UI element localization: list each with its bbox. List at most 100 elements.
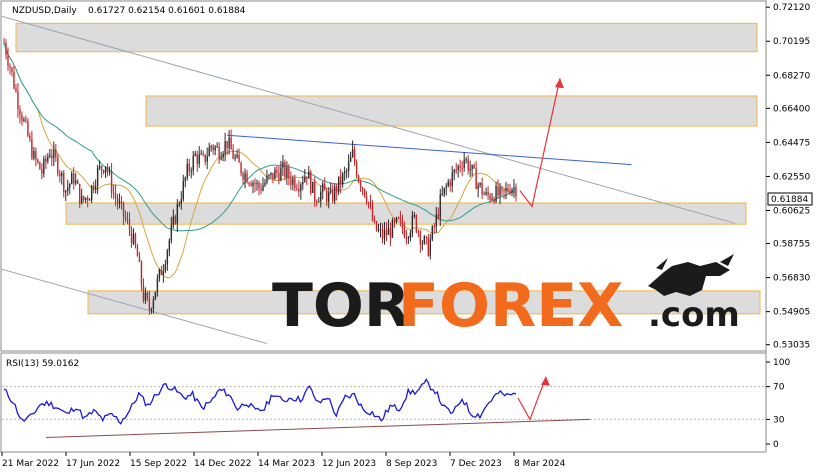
- candle-body: [318, 201, 320, 203]
- candle-body: [485, 192, 487, 194]
- candle-body: [401, 219, 404, 229]
- candle-body: [194, 154, 196, 156]
- candle-body: [246, 173, 248, 183]
- candle-body: [232, 149, 234, 159]
- candle-body: [17, 91, 19, 110]
- candle-body: [413, 215, 416, 217]
- candle-body: [347, 161, 350, 171]
- candle-body: [383, 229, 386, 239]
- candle-body: [43, 158, 45, 174]
- candle-body: [389, 228, 392, 238]
- ohlc-label: 0.61727 0.62154 0.61601 0.61884: [88, 6, 246, 16]
- candle-body: [55, 149, 57, 158]
- candle-body: [164, 264, 167, 271]
- candle-body: [387, 228, 390, 235]
- candle-body: [469, 169, 471, 171]
- rsi-label: RSI(13) 59.0162: [6, 359, 79, 369]
- candle-body: [248, 182, 250, 184]
- candle-body: [210, 146, 212, 148]
- candle-body: [21, 115, 23, 121]
- candle-body: [23, 119, 25, 121]
- candle-body: [208, 147, 210, 157]
- rsi-tick-label: 0: [773, 440, 779, 450]
- price-zone: [65, 202, 747, 225]
- candle-body: [29, 135, 31, 139]
- candle-body: [363, 189, 366, 197]
- candle-body: [292, 178, 294, 185]
- candle-body: [110, 171, 113, 193]
- candle-body: [256, 182, 258, 185]
- candle-body: [94, 186, 97, 190]
- candle-body: [439, 194, 441, 218]
- candle-body: [35, 151, 37, 160]
- candle-body: [429, 239, 432, 256]
- candle-body: [114, 193, 117, 199]
- candle-body: [47, 156, 49, 162]
- candle-body: [473, 164, 475, 169]
- candle-body: [45, 158, 47, 162]
- price-tick-label: 0.54905: [773, 308, 810, 318]
- candle-body: [88, 199, 91, 201]
- candle-body: [427, 237, 430, 256]
- time-tick-label: 21 Mar 2022: [2, 459, 59, 469]
- candle-body: [371, 205, 374, 221]
- candle-body: [178, 204, 181, 206]
- candle-body: [493, 198, 495, 202]
- candle-body: [218, 146, 220, 160]
- candle-body: [196, 154, 198, 164]
- candle-body: [59, 173, 61, 177]
- candle-body: [377, 229, 380, 231]
- last-price-tag: 0.61884: [767, 192, 813, 206]
- candle-body: [459, 165, 461, 168]
- candle-body: [144, 292, 147, 301]
- candle-body: [409, 232, 412, 238]
- candle-body: [443, 187, 445, 195]
- time-tick-label: 17 Jun 2022: [66, 459, 120, 469]
- candle-body: [328, 192, 330, 202]
- candle-body: [80, 196, 83, 204]
- candle-body: [272, 172, 274, 180]
- candle-body: [172, 216, 175, 226]
- candle-body: [489, 195, 491, 200]
- candle-body: [511, 189, 513, 194]
- candle-body: [353, 149, 356, 163]
- candle-body: [180, 199, 182, 205]
- candle-body: [288, 167, 290, 179]
- candle-body: [357, 175, 360, 182]
- candle-body: [300, 184, 302, 192]
- candle-body: [73, 173, 75, 184]
- candle-body: [475, 168, 477, 189]
- candle-body: [244, 173, 246, 180]
- price-tick-label: 0.58755: [773, 240, 810, 250]
- price-tick-label: 0.60625: [773, 206, 810, 216]
- candle-body: [100, 165, 103, 171]
- candle-body: [407, 237, 410, 239]
- candle-body: [170, 225, 173, 241]
- candle-body: [463, 159, 465, 169]
- candle-body: [138, 256, 141, 262]
- candle-body: [335, 186, 338, 193]
- candle-body: [63, 173, 65, 193]
- candle-body: [351, 149, 354, 157]
- candle-body: [53, 149, 55, 159]
- candle-body: [312, 181, 314, 193]
- candle-body: [33, 151, 35, 159]
- rsi-tick-label: 70: [773, 383, 785, 393]
- candle-body: [316, 201, 318, 203]
- candle-body: [168, 240, 171, 251]
- candle-body: [102, 170, 105, 173]
- candle-body: [375, 221, 378, 231]
- candle-body: [365, 196, 368, 203]
- candle-body: [252, 182, 254, 186]
- candle-body: [122, 202, 125, 217]
- candle-body: [254, 182, 256, 185]
- candle-body: [174, 216, 177, 224]
- candle-body: [339, 176, 342, 185]
- candle-body: [116, 198, 119, 204]
- candle-body: [509, 191, 511, 194]
- candle-body: [264, 182, 266, 186]
- candle-body: [230, 137, 232, 150]
- candle-body: [77, 180, 79, 184]
- candle-body: [367, 202, 370, 204]
- candle-body: [67, 187, 69, 191]
